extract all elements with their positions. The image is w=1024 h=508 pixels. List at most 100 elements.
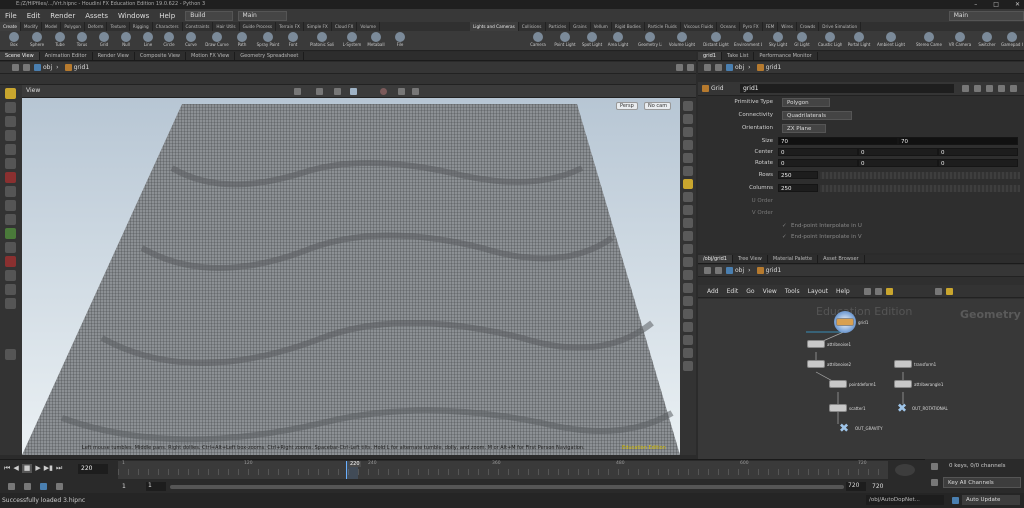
shelf-tool-switcher[interactable]: Switcher (976, 32, 998, 50)
connectivity-menu[interactable]: Quadrilaterals (782, 111, 852, 120)
construction-plane-icon[interactable] (5, 298, 16, 309)
key-icon[interactable] (683, 192, 693, 202)
gear-icon[interactable] (962, 85, 969, 92)
uv-icon[interactable] (683, 218, 693, 228)
tab-network-obj-grid1[interactable]: /obj/grid1 (698, 255, 733, 263)
shelf-tool-spot-light[interactable]: Spot Light (581, 32, 603, 50)
tab-motion-fx-view[interactable]: Motion FX View (186, 52, 236, 60)
minimize-icon[interactable]: – (974, 0, 977, 9)
shelf-tab[interactable]: Wires (778, 22, 797, 31)
tab-animation-editor[interactable]: Animation Editor (40, 52, 93, 60)
shelf-tab[interactable]: Modify (21, 22, 42, 31)
shelf-tool-circle[interactable]: Circle (159, 32, 179, 50)
play-icon[interactable]: ▶ (35, 464, 40, 473)
realtime-toggle-icon[interactable] (895, 464, 915, 476)
flag-icon[interactable] (945, 287, 953, 295)
shelf-tab[interactable]: Guide Process (240, 22, 277, 31)
persp-camera-button[interactable]: Persp (616, 102, 638, 110)
path-node[interactable]: grid1 (74, 64, 90, 71)
jump-start-icon[interactable]: ⏮ (4, 464, 10, 473)
columns-slider[interactable] (820, 185, 1020, 192)
shelf-tool-tube[interactable]: Tube (50, 32, 70, 50)
pointer-icon[interactable] (5, 130, 16, 141)
network-menu-tools[interactable]: Tools (781, 288, 804, 295)
shelf-tool-platonic-solids[interactable]: Platonic Solids (310, 32, 334, 50)
shelf-tool-sky-light[interactable]: Sky Light (768, 32, 788, 50)
shelf-tool-stereo-camera[interactable]: Stereo Camera (916, 32, 942, 50)
network-menu-view[interactable]: View (759, 288, 781, 295)
help-question-icon[interactable] (1010, 85, 1017, 92)
zoom-icon[interactable] (683, 322, 693, 332)
network-canvas[interactable]: Education Edition Geometry grid1 attribn… (698, 299, 1024, 480)
audio-icon[interactable] (8, 483, 15, 490)
range-start-field[interactable]: 1 (122, 483, 126, 490)
vertices-icon[interactable] (683, 166, 693, 176)
sticky-note-icon[interactable] (885, 287, 893, 295)
forward-icon[interactable] (715, 64, 722, 71)
network-menu-edit[interactable]: Edit (723, 288, 743, 295)
shelf-tool-metaball[interactable]: Metaball (366, 32, 386, 50)
tab-asset-browser[interactable]: Asset Browser (818, 255, 865, 263)
param-interp-v[interactable]: ✓ End-point Interpolate in V (698, 233, 1024, 242)
rotate-z-field[interactable]: 0 (938, 159, 1018, 167)
shelf-tool-geometry-light[interactable]: Geometry Light (638, 32, 662, 50)
settings-gear-icon[interactable] (412, 88, 419, 95)
light-icon[interactable] (316, 88, 323, 95)
shelf-tool-file[interactable]: File (390, 32, 410, 50)
back-icon[interactable] (704, 267, 711, 274)
tab-material-palette[interactable]: Material Palette (768, 255, 819, 263)
center-x-field[interactable]: 0 (778, 148, 858, 156)
shelf-tool-caustic-light[interactable]: Caustic Light (818, 32, 842, 50)
shelf-tool-point-light[interactable]: Point Light (553, 32, 577, 50)
snapshot-icon[interactable] (398, 88, 405, 95)
frame-icon[interactable] (683, 296, 693, 306)
curve-snap-icon[interactable] (5, 284, 16, 295)
range-slider[interactable] (170, 485, 844, 489)
shelf-tool-line[interactable]: Line (138, 32, 158, 50)
update-mode-icon[interactable] (952, 497, 959, 504)
desktop-dropdown[interactable]: Main (948, 10, 1024, 21)
shelf-tab[interactable]: Vellum (591, 22, 612, 31)
step-back-icon[interactable]: ◀ (13, 464, 18, 473)
menu-edit[interactable]: Edit (22, 12, 46, 20)
playhead[interactable]: 220 (346, 461, 361, 479)
back-icon[interactable] (704, 64, 711, 71)
shelf-tool-curve[interactable]: Curve (181, 32, 201, 50)
timeline-scrubber[interactable]: 1 120 240 360 480 600 720 220 (118, 461, 888, 479)
shelf-tool-grid[interactable]: Grid (94, 32, 114, 50)
points-icon[interactable] (683, 140, 693, 150)
render-region-icon[interactable] (5, 349, 16, 360)
network-path-node[interactable]: grid1 (766, 267, 782, 274)
path-obj[interactable]: obj (43, 64, 52, 71)
shelf-tab[interactable]: Terrain FX (276, 22, 304, 31)
scale-tool-icon[interactable] (5, 158, 16, 169)
stop-icon[interactable]: ■ (21, 464, 33, 473)
shelf-tab[interactable]: Particle Fluids (645, 22, 681, 31)
back-icon[interactable] (12, 64, 19, 71)
shelf-tab[interactable]: Cloud FX (332, 22, 358, 31)
tab-render-view[interactable]: Render View (93, 52, 135, 60)
playback-end-field[interactable]: 720 (846, 482, 866, 491)
step-forward-icon[interactable]: ▶▮ (44, 464, 53, 473)
shelf-tool-environment-light[interactable]: Environment Light (734, 32, 762, 50)
shelf-tab[interactable]: FEM (763, 22, 779, 31)
scene-viewport[interactable]: Persp No cam Left mouse tumbles. Middle … (22, 98, 680, 455)
forward-icon[interactable] (715, 267, 722, 274)
menu-help[interactable]: Help (154, 12, 180, 20)
shelf-tab[interactable]: Simple FX (304, 22, 332, 31)
shelf-tab[interactable]: Rigging (130, 22, 153, 31)
shelf-tab[interactable]: Lights and Cameras (469, 22, 519, 31)
shelf-tool-area-light[interactable]: Area Light (607, 32, 629, 50)
menu-render[interactable]: Render (45, 12, 80, 20)
rotate-x-field[interactable]: 0 (778, 159, 858, 167)
snap-icon[interactable] (5, 242, 16, 253)
rows-field[interactable]: 250 (778, 171, 818, 179)
pin-icon[interactable] (676, 64, 683, 71)
shelf-tool-draw-curve[interactable]: Draw Curve (204, 32, 230, 50)
shelf-tool-sphere[interactable]: Sphere (27, 32, 47, 50)
build-dropdown[interactable]: Build (185, 10, 233, 21)
main-dropdown[interactable]: Main (237, 10, 287, 21)
timeline-settings-icon[interactable] (56, 483, 63, 490)
view-label[interactable]: View (26, 87, 40, 94)
param-path-obj[interactable]: obj (735, 64, 744, 71)
